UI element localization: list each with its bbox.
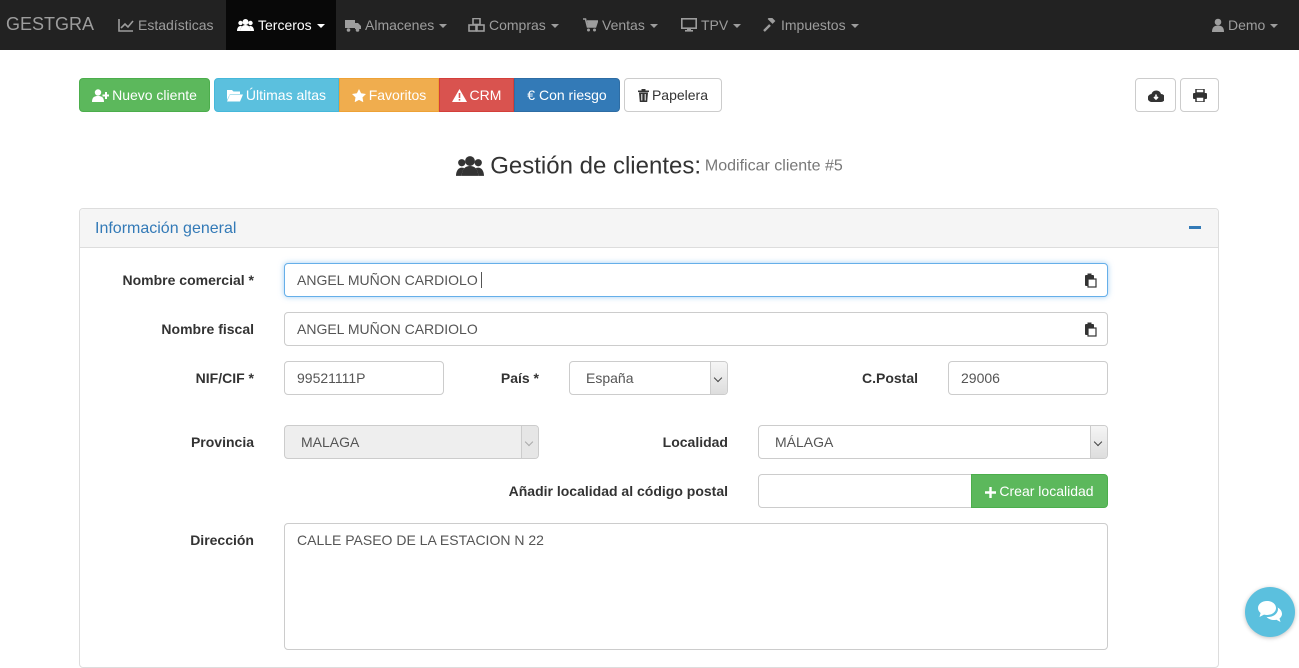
page-title-main: Gestión de clientes: <box>490 152 702 180</box>
monitor-icon <box>681 18 697 32</box>
favoritos-button[interactable]: Favoritos <box>339 78 439 112</box>
nombre-comercial-input[interactable]: ANGEL MUÑON CARDIOLO <box>284 263 1108 297</box>
anadir-localidad-input[interactable] <box>758 474 974 508</box>
chevron-down-icon <box>733 24 742 28</box>
anadir-localidad-label: Añadir localidad al código postal <box>508 483 728 499</box>
users-icon <box>456 156 485 177</box>
chevron-down-icon <box>850 24 859 28</box>
nav-item-impuestos[interactable]: Impuestos <box>753 0 869 50</box>
user-plus-icon <box>92 89 110 102</box>
chevron-down-icon <box>649 24 658 28</box>
print-button[interactable] <box>1180 78 1219 112</box>
crear-localidad-button[interactable]: Crear localidad <box>971 474 1108 508</box>
chevron-down-icon[interactable] <box>710 362 727 394</box>
print-icon <box>1192 88 1207 103</box>
ultimas-altas-button[interactable]: Últimas altas <box>214 78 339 112</box>
euro-icon: € <box>527 87 539 103</box>
cubes-icon <box>468 17 485 32</box>
nav-item-estadisticas[interactable]: Estadísticas <box>108 0 223 50</box>
provincia-label: Provincia <box>190 434 254 450</box>
chevron-down-icon <box>550 24 559 28</box>
collapse-minus-icon[interactable] <box>1189 226 1201 229</box>
clipboard-icon[interactable] <box>1083 273 1097 288</box>
provincia-select[interactable]: MALAGA <box>284 425 539 459</box>
line-chart-icon <box>118 19 134 32</box>
crm-button[interactable]: CRM <box>439 78 514 112</box>
localidad-select[interactable]: MÁLAGA <box>758 425 1108 459</box>
gavel-icon <box>763 16 776 32</box>
plus-icon <box>985 487 997 498</box>
truck-icon <box>345 20 361 32</box>
chat-bubbles-icon <box>1258 601 1282 622</box>
cart-icon <box>583 18 599 32</box>
top-navbar: GESTGRA Estadísticas Terceros Almacenes … <box>0 0 1299 50</box>
user-icon <box>1212 18 1224 32</box>
cloud-download-icon <box>1147 90 1165 103</box>
cpostal-label: C.Postal <box>861 370 918 386</box>
nav-user-menu[interactable]: Demo <box>1202 0 1288 50</box>
nif-cif-input[interactable]: 99521111P <box>284 361 444 395</box>
users-icon <box>237 19 254 31</box>
nav-item-compras[interactable]: Compras <box>458 0 569 50</box>
nav-item-terceros[interactable]: Terceros <box>226 0 336 50</box>
text-cursor <box>480 272 482 288</box>
direccion-label: Dirección <box>190 532 254 548</box>
nuevo-cliente-button[interactable]: Nuevo cliente <box>79 78 210 112</box>
chevron-down-icon[interactable] <box>1090 426 1107 458</box>
brand-logo[interactable]: GESTGRA <box>6 14 94 34</box>
warning-icon <box>451 89 467 102</box>
pais-select[interactable]: España <box>569 361 728 395</box>
panel-title: Información general <box>95 220 237 237</box>
nif-cif-label: NIF/CIF * <box>195 370 254 386</box>
papelera-button[interactable]: Papelera <box>624 78 722 112</box>
page-title: Gestión de clientes: Modificar cliente #… <box>0 150 1299 181</box>
direccion-textarea[interactable]: CALLE PASEO DE LA ESTACION N 22 <box>284 523 1108 650</box>
localidad-label: Localidad <box>662 434 728 450</box>
pais-label: País * <box>500 370 539 386</box>
panel-heading[interactable]: Información general <box>80 209 1218 248</box>
nav-item-tpv[interactable]: TPV <box>671 0 751 50</box>
cpostal-input[interactable]: 29006 <box>948 361 1108 395</box>
trash-icon <box>637 89 649 102</box>
clipboard-icon[interactable] <box>1083 322 1097 337</box>
page-subtitle: Modificar cliente #5 <box>704 157 843 175</box>
nav-item-almacenes[interactable]: Almacenes <box>335 0 457 50</box>
chevron-down-icon <box>439 24 448 28</box>
chevron-down-icon <box>316 24 325 28</box>
con-riesgo-button[interactable]: € Con riesgo <box>514 78 620 112</box>
chevron-down-icon <box>521 426 538 458</box>
nombre-fiscal-input[interactable]: ANGEL MUÑON CARDIOLO <box>284 312 1108 346</box>
star-icon <box>351 89 366 103</box>
chevron-down-icon <box>1270 24 1279 28</box>
cloud-download-button[interactable] <box>1135 78 1176 112</box>
nombre-comercial-label: Nombre comercial * <box>122 272 255 288</box>
nav-item-ventas[interactable]: Ventas <box>573 0 668 50</box>
chat-button[interactable] <box>1245 587 1295 637</box>
folder-open-icon <box>226 90 243 102</box>
nombre-fiscal-label: Nombre fiscal <box>161 321 254 337</box>
